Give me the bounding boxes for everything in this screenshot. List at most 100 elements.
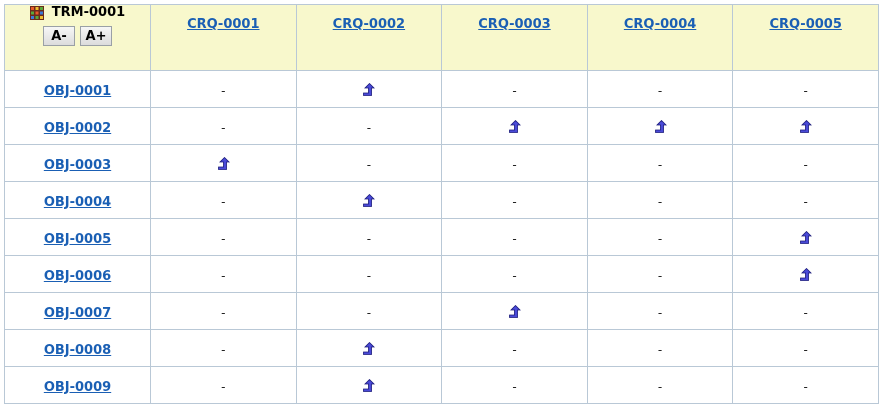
trace-arrow-icon[interactable]: [799, 268, 813, 282]
trace-arrow-icon[interactable]: [217, 157, 230, 171]
column-header-cell: CRQ-0005: [732, 4, 879, 71]
row-header-link[interactable]: OBJ-0001: [44, 84, 111, 99]
table-row: OBJ-0006 - - - -: [4, 255, 879, 293]
empty-cell: -: [732, 329, 879, 367]
row-header-cell: OBJ-0008: [4, 329, 151, 367]
empty-cell: -: [441, 329, 588, 367]
empty-cell: -: [441, 181, 588, 219]
row-header-cell: OBJ-0006: [4, 255, 151, 293]
trace-arrow-icon[interactable]: [508, 120, 521, 134]
empty-cell: -: [150, 107, 297, 145]
empty-cell: -: [150, 181, 297, 219]
row-header-link[interactable]: OBJ-0008: [44, 343, 111, 358]
empty-cell-dash: -: [657, 157, 663, 172]
empty-cell: -: [150, 329, 297, 367]
table-row: OBJ-0009 - - - -: [4, 366, 879, 404]
empty-cell-dash: -: [221, 194, 226, 209]
trace-arrow-icon[interactable]: [362, 342, 376, 356]
empty-cell-dash: -: [512, 231, 517, 246]
matrix-title: TRM-0001: [5, 5, 150, 20]
trace-arrow-icon[interactable]: [799, 231, 813, 245]
row-header-link[interactable]: OBJ-0007: [44, 306, 111, 321]
empty-cell-dash: -: [803, 379, 808, 394]
table-row: OBJ-0004 - - - -: [4, 181, 879, 219]
empty-cell-dash: -: [803, 157, 808, 172]
empty-cell: -: [150, 218, 297, 256]
empty-cell-dash: -: [366, 157, 372, 172]
empty-cell-dash: -: [221, 305, 226, 320]
empty-cell-dash: -: [221, 83, 226, 98]
increase-font-button[interactable]: A+: [80, 26, 112, 46]
empty-cell: -: [441, 144, 588, 182]
column-header-cell: CRQ-0003: [441, 4, 588, 71]
empty-cell: -: [586, 70, 734, 108]
empty-cell: -: [732, 144, 879, 182]
trace-arrow-icon[interactable]: [654, 120, 667, 134]
empty-cell: -: [441, 255, 588, 293]
empty-cell-dash: -: [657, 194, 663, 209]
row-header-link[interactable]: OBJ-0006: [44, 269, 111, 284]
empty-cell: -: [150, 70, 297, 108]
empty-cell: -: [441, 218, 588, 256]
empty-cell: -: [586, 329, 734, 367]
matrix-corner-cell: TRM-0001 A- A+: [4, 4, 151, 71]
column-header-link[interactable]: CRQ-0005: [733, 5, 878, 32]
empty-cell: -: [295, 218, 443, 256]
decrease-font-button[interactable]: A-: [43, 26, 75, 46]
empty-cell-dash: -: [366, 268, 372, 283]
trace-cell: [586, 107, 734, 145]
trace-cell: [732, 107, 879, 145]
column-header-cell: CRQ-0004: [586, 4, 734, 71]
column-header-link[interactable]: CRQ-0001: [151, 5, 296, 32]
column-header-link[interactable]: CRQ-0003: [442, 5, 587, 32]
empty-cell-dash: -: [657, 268, 663, 283]
trace-cell: [295, 329, 443, 367]
empty-cell: -: [732, 181, 879, 219]
matrix-body: OBJ-0001- - - - OBJ-0002- - OBJ-0003- - - - OBJ-00…: [4, 70, 879, 404]
empty-cell-dash: -: [803, 194, 808, 209]
trace-arrow-icon[interactable]: [362, 83, 376, 97]
table-row: OBJ-0005 - - - -: [4, 218, 879, 256]
empty-cell: -: [150, 292, 297, 330]
trace-cell: [295, 181, 443, 219]
table-row: OBJ-0008 - - - -: [4, 329, 879, 367]
row-header-link[interactable]: OBJ-0004: [44, 195, 111, 210]
empty-cell: -: [295, 255, 443, 293]
empty-cell-dash: -: [221, 120, 226, 135]
trace-arrow-icon[interactable]: [799, 120, 813, 134]
trace-cell: [732, 255, 879, 293]
trace-arrow-icon[interactable]: [362, 379, 376, 393]
trace-arrow-icon[interactable]: [508, 305, 521, 319]
row-header-link[interactable]: OBJ-0009: [44, 380, 111, 395]
traceability-matrix: TRM-0001 A- A+ CRQ-0001 CRQ-0002 CRQ-0003 C…: [4, 4, 879, 404]
trace-cell: [295, 70, 443, 108]
empty-cell: -: [732, 70, 879, 108]
empty-cell: -: [732, 292, 879, 330]
empty-cell-dash: -: [221, 379, 226, 394]
column-header-link[interactable]: CRQ-0002: [297, 5, 442, 32]
row-header-link[interactable]: OBJ-0003: [44, 158, 111, 173]
empty-cell-dash: -: [512, 194, 517, 209]
empty-cell-dash: -: [512, 157, 517, 172]
table-row: OBJ-0001 - - - -: [4, 70, 879, 108]
empty-cell-dash: -: [512, 268, 517, 283]
empty-cell-dash: -: [657, 305, 663, 320]
empty-cell-dash: -: [366, 305, 372, 320]
empty-cell-dash: -: [657, 342, 663, 357]
empty-cell: -: [732, 366, 879, 404]
empty-cell: -: [586, 292, 734, 330]
trace-arrow-icon[interactable]: [362, 194, 376, 208]
trace-cell: [732, 218, 879, 256]
empty-cell: -: [295, 292, 443, 330]
column-header-link[interactable]: CRQ-0004: [588, 5, 733, 32]
empty-cell-dash: -: [366, 231, 372, 246]
row-header-cell: OBJ-0003: [4, 144, 151, 182]
column-header-cell: CRQ-0001: [150, 4, 297, 71]
row-header-link[interactable]: OBJ-0002: [44, 121, 111, 136]
empty-cell-dash: -: [657, 379, 663, 394]
table-row: OBJ-0003 - - - -: [4, 144, 879, 182]
row-header-cell: OBJ-0005: [4, 218, 151, 256]
empty-cell-dash: -: [512, 83, 517, 98]
empty-cell-dash: -: [512, 379, 517, 394]
row-header-link[interactable]: OBJ-0005: [44, 232, 111, 247]
